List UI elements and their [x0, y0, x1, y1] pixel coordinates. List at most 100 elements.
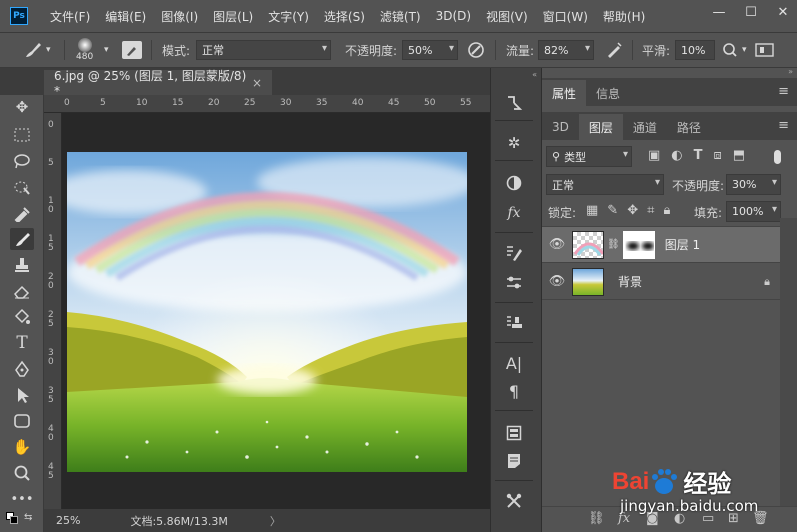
filter-type-icon[interactable]: T	[694, 148, 703, 163]
brush-settings-panel-icon[interactable]	[501, 272, 527, 294]
rectangle-tool-icon[interactable]	[10, 410, 34, 432]
tab-3d[interactable]: 3D	[542, 114, 579, 140]
layer-opacity-field[interactable]: 30% ▾	[726, 174, 781, 195]
hand-tool-icon[interactable]: ✋	[10, 436, 34, 458]
menu-type[interactable]: 文字(Y)	[268, 8, 309, 25]
chevron-down-icon[interactable]: ▾	[104, 45, 109, 55]
symmetry-icon[interactable]	[755, 33, 775, 67]
link-layers-icon[interactable]: ⛓︎	[588, 511, 605, 526]
menu-view[interactable]: 视图(V)	[486, 8, 528, 25]
filter-adjustment-icon[interactable]: ◐	[671, 148, 682, 163]
options-bar: ▾ 480 ▾ 模式: 正常 ▾ 不透明度: 50% ▾ 流量: 82% ▾ 平…	[0, 32, 797, 68]
minimize-button[interactable]: —	[711, 4, 727, 20]
filter-shape-icon[interactable]: ⧈	[714, 148, 722, 163]
clone-source-panel-icon[interactable]	[501, 312, 527, 334]
clone-stamp-tool-icon[interactable]	[10, 254, 34, 276]
document-image[interactable]	[67, 152, 467, 472]
lock-image-icon[interactable]: ✎	[607, 203, 618, 218]
menu-layer[interactable]: 图层(L)	[213, 8, 253, 25]
menu-window[interactable]: 窗口(W)	[543, 8, 588, 25]
layer-name[interactable]: 图层 1	[665, 236, 700, 253]
move-tool-icon[interactable]: ✥	[10, 96, 34, 118]
tab-paths[interactable]: 路径	[667, 114, 711, 140]
lasso-tool-icon[interactable]	[10, 150, 34, 172]
maximize-button[interactable]: ☐	[743, 4, 759, 20]
layer-mask-thumbnail[interactable]	[622, 230, 655, 259]
styles-fx-panel-icon[interactable]: fx	[501, 202, 527, 224]
lock-position-icon[interactable]: ✥	[627, 203, 638, 218]
menu-select[interactable]: 选择(S)	[324, 8, 365, 25]
zoom-level[interactable]: 25%	[56, 514, 80, 527]
flow-field[interactable]: 82% ▾	[538, 40, 594, 60]
tools-cross-panel-icon[interactable]	[501, 490, 527, 512]
canvas-area[interactable]	[62, 113, 490, 509]
marquee-tool-icon[interactable]	[10, 124, 34, 146]
layer-name[interactable]: 背景	[618, 273, 642, 290]
menu-edit[interactable]: 编辑(E)	[105, 8, 146, 25]
lock-all-icon[interactable]: 🔒︎	[663, 203, 670, 218]
layer-row-background[interactable]: 👁︎ 背景 🔒︎	[542, 264, 780, 300]
libraries-panel-icon[interactable]	[501, 422, 527, 444]
panel-menu-icon[interactable]: ≡	[778, 118, 789, 133]
expand-arrows-icon[interactable]: «	[532, 70, 537, 79]
tab-info[interactable]: 信息	[586, 80, 630, 106]
menu-help[interactable]: 帮助(H)	[603, 8, 645, 25]
close-tab-icon[interactable]: ×	[252, 76, 262, 90]
mode-select[interactable]: 正常 ▾	[196, 40, 331, 60]
pen-tool-icon[interactable]	[10, 358, 34, 380]
airbrush-icon[interactable]	[604, 33, 624, 67]
brush-tool-preset-icon[interactable]: ▾	[22, 33, 51, 67]
history-panel-icon[interactable]	[501, 92, 527, 114]
swap-colors-icon[interactable]: ⇆	[24, 512, 32, 523]
eraser-tool-icon[interactable]	[10, 280, 34, 302]
tab-channels[interactable]: 通道	[623, 114, 667, 140]
collapse-panels-icon[interactable]: »	[788, 67, 793, 76]
lock-artboard-icon[interactable]: ⌗	[647, 203, 654, 218]
background-color-swatch[interactable]	[10, 516, 18, 524]
smoothing-options-icon[interactable]	[722, 33, 738, 67]
lock-label: 锁定:	[548, 206, 577, 220]
blend-mode-select[interactable]: 正常 ▾	[546, 174, 664, 195]
brush-tool-icon[interactable]	[10, 228, 34, 250]
character-panel-icon[interactable]: A|	[501, 352, 527, 374]
menu-file[interactable]: 文件(F)	[50, 8, 90, 25]
menu-filter[interactable]: 滤镜(T)	[380, 8, 421, 25]
status-menu-arrow-icon[interactable]: 〉	[270, 513, 281, 529]
mask-link-icon[interactable]: ⛓︎	[607, 239, 620, 250]
panel-menu-icon[interactable]: ≡	[778, 84, 789, 99]
navigator-panel-icon[interactable]: ✲	[501, 132, 527, 154]
brush-preset-picker[interactable]: 480	[76, 33, 93, 67]
chevron-down-icon[interactable]: ▾	[742, 45, 747, 55]
brushes-panel-icon[interactable]	[501, 242, 527, 264]
paint-bucket-tool-icon[interactable]	[10, 306, 34, 328]
tab-properties[interactable]: 属性	[542, 80, 587, 106]
paragraph-panel-icon[interactable]: ¶	[501, 380, 527, 402]
pressure-opacity-icon[interactable]	[466, 33, 486, 67]
smoothing-field[interactable]: 10%	[675, 40, 715, 60]
tab-layers[interactable]: 图层	[578, 114, 623, 140]
toggle-brush-panel-button[interactable]	[122, 33, 142, 67]
layer-row-layer-1[interactable]: 👁︎ ⛓︎ 图层 1	[542, 227, 780, 263]
eyedropper-tool-icon[interactable]	[10, 202, 34, 224]
layer-filter-select[interactable]: ⚲ 类型 ▾	[546, 146, 632, 167]
filter-smart-object-icon[interactable]: ⬒	[733, 148, 745, 163]
path-selection-tool-icon[interactable]	[10, 384, 34, 406]
visibility-eye-icon[interactable]: 👁︎	[542, 237, 572, 252]
notes-panel-icon[interactable]	[501, 450, 527, 472]
more-tools-icon[interactable]: •••	[10, 488, 34, 510]
filter-toggle[interactable]	[774, 150, 781, 164]
document-tab[interactable]: 6.jpg @ 25% (图层 1, 图层蒙版/8) * ×	[44, 69, 272, 98]
zoom-tool-icon[interactable]	[10, 462, 34, 484]
lock-transparent-icon[interactable]: ▦	[586, 203, 598, 218]
quick-selection-tool-icon[interactable]	[10, 176, 34, 198]
menu-3d[interactable]: 3D(D)	[436, 9, 471, 23]
filter-pixel-icon[interactable]: ▣	[648, 148, 660, 163]
visibility-eye-icon[interactable]: 👁︎	[542, 274, 572, 289]
menu-image[interactable]: 图像(I)	[161, 8, 198, 25]
opacity-field[interactable]: 50% ▾	[402, 40, 458, 60]
type-tool-icon[interactable]: T	[10, 332, 34, 354]
adjustments-panel-icon[interactable]	[501, 172, 527, 194]
color-swatches[interactable]: ⇆	[6, 512, 36, 530]
close-button[interactable]: ✕	[775, 4, 791, 20]
fill-field[interactable]: 100% ▾	[726, 201, 781, 222]
